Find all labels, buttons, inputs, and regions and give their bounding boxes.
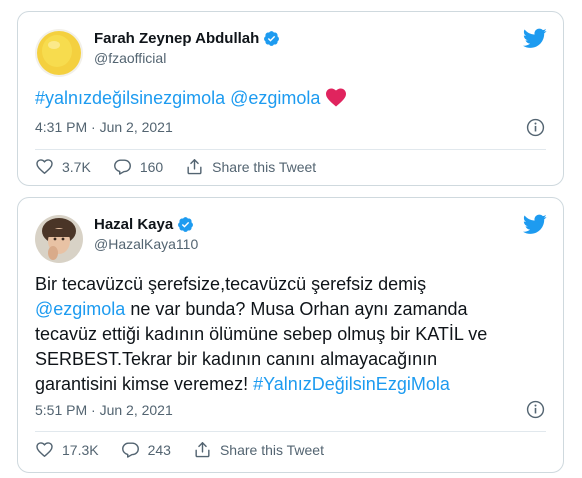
reply-button[interactable]: 160 bbox=[113, 157, 163, 176]
tweet-text: Bir tecavüzcü şerefsize,tecavüzcü şerefs… bbox=[35, 272, 546, 397]
tweet-actions: 3.7K 160 Share this Tweet bbox=[35, 157, 338, 176]
author-name-text[interactable]: Hazal Kaya bbox=[94, 216, 173, 233]
heart-icon bbox=[36, 159, 53, 175]
author-handle[interactable]: @fzaofficial bbox=[94, 50, 166, 66]
reply-button[interactable]: 243 bbox=[121, 440, 171, 459]
author-handle[interactable]: @HazalKaya110 bbox=[94, 236, 198, 252]
reply-icon bbox=[121, 442, 139, 458]
text-segment: ne var bunda? Musa Orhan aynı zamanda bbox=[125, 299, 468, 319]
like-button[interactable]: 17.3K bbox=[35, 440, 99, 459]
share-label: Share this Tweet bbox=[219, 441, 324, 458]
like-button[interactable]: 3.7K bbox=[35, 157, 91, 176]
divider bbox=[35, 431, 546, 432]
mention-link[interactable]: @ezgimola bbox=[35, 299, 125, 319]
text-segment: Bir tecavüzcü şerefsize,tecavüzcü şerefs… bbox=[35, 274, 427, 294]
twitter-bird-icon[interactable] bbox=[523, 212, 547, 236]
tweet-text-line: garantisini kimse veremez! #YalnızDeğils… bbox=[35, 372, 546, 397]
tweet-text-line: SERBEST.Tekrar bir kadının canını almaya… bbox=[35, 347, 546, 372]
reply-count: 160 bbox=[139, 158, 164, 175]
verified-badge-icon bbox=[178, 217, 194, 232]
tweet-timestamp[interactable]: 5:51 PM · Jun 2, 2021 bbox=[35, 402, 173, 418]
share-label: Share this Tweet bbox=[212, 158, 317, 175]
author-name-text[interactable]: Farah Zeynep Abdullah bbox=[94, 30, 259, 47]
like-count: 3.7K bbox=[62, 158, 91, 175]
verified-badge-icon bbox=[264, 31, 280, 46]
share-icon bbox=[187, 159, 202, 175]
reply-icon bbox=[113, 159, 131, 175]
heart-icon bbox=[36, 442, 53, 458]
tweet-text-line: @ezgimola ne var bunda? Musa Orhan aynı … bbox=[35, 297, 546, 322]
author-name[interactable]: Hazal Kaya bbox=[94, 216, 194, 233]
like-count: 17.3K bbox=[62, 441, 99, 458]
share-button[interactable]: Share this Tweet bbox=[185, 157, 316, 176]
avatar[interactable] bbox=[35, 215, 83, 263]
tweet-text-line: tecavüz ettiği kadının ölümüne sebep olm… bbox=[35, 322, 546, 347]
share-icon bbox=[195, 442, 210, 458]
tweet-card[interactable]: Farah Zeynep Abdullah @fzaofficial #yaln… bbox=[17, 11, 564, 186]
tweet-text-line: Bir tecavüzcü şerefsize,tecavüzcü şerefs… bbox=[35, 272, 546, 297]
text-segment: garantisini kimse veremez! bbox=[35, 374, 254, 394]
twitter-bird-icon[interactable] bbox=[523, 26, 547, 50]
share-button[interactable]: Share this Tweet bbox=[193, 440, 324, 459]
avatar[interactable] bbox=[35, 29, 83, 77]
hashtag-mention-link[interactable]: #yalnızdeğilsinezgimola @ezgimola bbox=[35, 88, 320, 108]
divider bbox=[35, 149, 546, 150]
info-icon[interactable] bbox=[526, 118, 545, 137]
info-icon[interactable] bbox=[526, 400, 545, 419]
hashtag-link[interactable]: #YalnızDeğilsinEzgiMola bbox=[253, 374, 450, 394]
tweet-card[interactable]: Hazal Kaya @HazalKaya110 Bir tecavüzcü ş… bbox=[17, 197, 564, 473]
text-segment: SERBEST.Tekrar bir kadının canını almaya… bbox=[35, 349, 438, 369]
tweet-actions: 17.3K 243 Share this Tweet bbox=[35, 440, 346, 459]
tweet-text: #yalnızdeğilsinezgimola @ezgimola bbox=[35, 86, 546, 114]
author-name[interactable]: Farah Zeynep Abdullah bbox=[94, 30, 280, 47]
text-segment: tecavüz ettiği kadının ölümüne sebep olm… bbox=[35, 324, 488, 344]
red-heart-emoji bbox=[325, 87, 347, 114]
tweet-timestamp[interactable]: 4:31 PM · Jun 2, 2021 bbox=[35, 119, 173, 135]
reply-count: 243 bbox=[147, 441, 171, 458]
